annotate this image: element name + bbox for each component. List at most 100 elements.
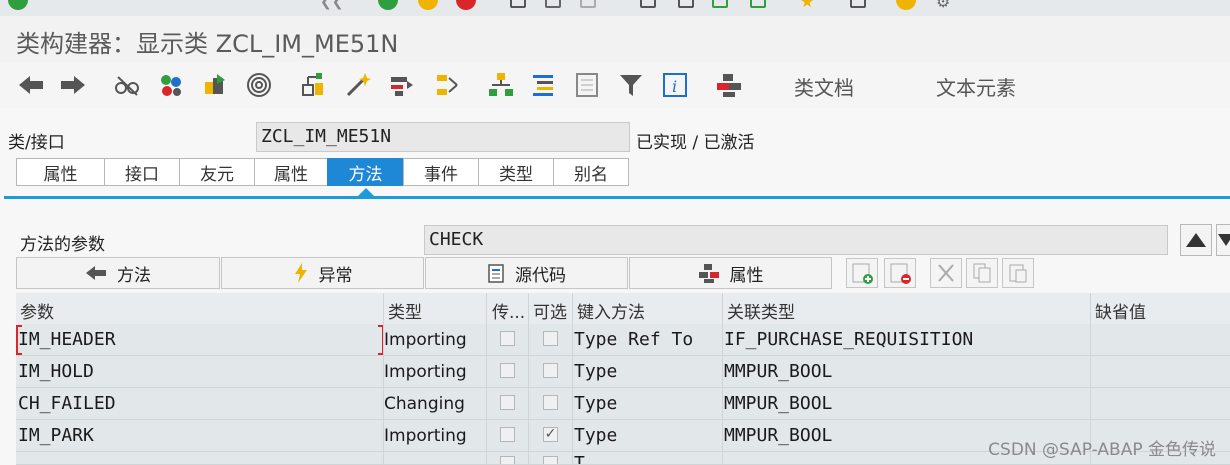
param-type[interactable]: Changing <box>384 388 465 420</box>
header-associated-type[interactable]: 关联类型 <box>727 298 795 323</box>
pass-by-value-checkbox[interactable] <box>500 363 515 378</box>
insert-row-button[interactable] <box>846 258 878 288</box>
method-field[interactable]: CHECK <box>424 225 1168 255</box>
param-name[interactable]: IM_PARK <box>18 420 94 452</box>
attributes-button[interactable]: 属性 <box>629 257 832 289</box>
navigate-icon[interactable] <box>386 70 416 100</box>
source-code-button[interactable]: 源代码 <box>425 257 628 289</box>
document-icon[interactable] <box>572 70 602 100</box>
tab-attributes[interactable]: 属性 <box>16 158 104 186</box>
typing-method[interactable]: T <box>574 452 585 464</box>
scissors-icon <box>938 264 954 282</box>
table-header: 参数 类型 传... 可选 键入方法 关联类型 缺省值 <box>16 293 1230 325</box>
tab-types[interactable]: 类型 <box>478 158 553 186</box>
typing-method[interactable]: Type Ref To <box>574 324 693 356</box>
help-icon[interactable] <box>896 0 916 10</box>
print-icon[interactable] <box>510 0 526 8</box>
back-icon[interactable] <box>378 0 398 10</box>
last-page-icon[interactable] <box>750 0 766 8</box>
class-interface-field[interactable]: ZCL_IM_ME51N <box>256 122 630 152</box>
optional-checkbox[interactable] <box>543 456 558 464</box>
optional-checkbox[interactable] <box>543 363 558 378</box>
colors-icon[interactable] <box>156 70 186 100</box>
associated-type[interactable]: IF_PURCHASE_REQUISITION <box>724 324 973 356</box>
tab-methods[interactable]: 方法 <box>327 158 403 186</box>
header-optional[interactable]: 可选 <box>533 298 567 323</box>
optional-checkbox-checked[interactable]: ✓ <box>543 427 558 442</box>
move-icon[interactable] <box>432 70 462 100</box>
settings-gear-icon[interactable]: ⚙ <box>936 0 950 11</box>
associated-type[interactable]: MMPUR_BOOL <box>724 420 832 452</box>
param-type[interactable]: Importing <box>384 420 467 452</box>
wand-icon[interactable] <box>342 70 372 100</box>
main-area: 类/接口 ZCL_IM_ME51N 已实现 / 已激活 属性 接口 友元 属性 … <box>0 108 1230 465</box>
param-type[interactable]: Importing <box>384 356 467 388</box>
back-arrow-icon[interactable] <box>16 70 46 100</box>
hierarchy-icon[interactable] <box>298 70 328 100</box>
table-row[interactable]: IM_HOLD Importing Type MMPUR_BOOL <box>16 356 1230 388</box>
previous-method-button[interactable] <box>1180 224 1212 256</box>
tab-aliases[interactable]: 别名 <box>553 158 629 186</box>
table-row[interactable]: IM_HEADER Importing Type Ref To IF_PURCH… <box>16 324 1230 356</box>
tab-strip: 属性 接口 友元 属性 方法 事件 类型 别名 <box>16 158 629 188</box>
associated-type[interactable]: MMPUR_BOOL <box>724 388 832 420</box>
info-icon[interactable]: i <box>660 70 690 100</box>
new-session-icon[interactable] <box>850 0 866 8</box>
exceptions-button[interactable]: 异常 <box>221 257 424 289</box>
typing-method[interactable]: Type <box>574 420 617 452</box>
header-default-value[interactable]: 缺省值 <box>1095 298 1146 323</box>
scroll-left-icon[interactable]: ❮❮ <box>320 0 343 10</box>
tab-friends[interactable]: 友元 <box>179 158 254 186</box>
first-page-icon[interactable] <box>640 0 656 8</box>
forward-arrow-icon[interactable] <box>58 70 88 100</box>
structure-icon[interactable] <box>714 70 744 100</box>
spiral-icon[interactable] <box>244 70 274 100</box>
triangle-up-icon <box>1186 233 1206 247</box>
table-row[interactable]: CH_FAILED Changing Type MMPUR_BOOL <box>16 388 1230 420</box>
list-icon[interactable] <box>528 70 558 100</box>
exit-icon[interactable] <box>418 0 438 10</box>
tab-events[interactable]: 事件 <box>403 158 478 186</box>
prev-page-icon[interactable] <box>678 0 694 8</box>
next-method-button[interactable] <box>1216 224 1230 256</box>
transport-icon[interactable] <box>200 70 230 100</box>
typing-method[interactable]: Type <box>574 356 617 388</box>
tree-icon[interactable] <box>486 70 516 100</box>
param-type[interactable]: Importing <box>384 324 467 356</box>
param-name[interactable]: CH_FAILED <box>18 388 116 420</box>
filter-icon[interactable] <box>616 70 646 100</box>
tab-properties[interactable]: 属性 <box>254 158 327 186</box>
methods-button[interactable]: 方法 <box>16 257 220 289</box>
delete-row-button[interactable] <box>884 258 916 288</box>
cut-button[interactable] <box>930 258 962 288</box>
text-elements-button[interactable]: 文本元素 <box>936 72 1016 101</box>
header-type[interactable]: 类型 <box>388 298 422 323</box>
method-params-label: 方法的参数 <box>20 235 105 255</box>
glasses-icon[interactable] <box>112 70 142 100</box>
cancel-icon[interactable] <box>456 0 476 10</box>
pass-by-value-checkbox[interactable] <box>500 331 515 346</box>
paste-button[interactable] <box>1002 258 1034 288</box>
star-icon[interactable]: ★ <box>800 0 814 11</box>
paste-icon <box>1009 264 1027 283</box>
next-page-icon[interactable] <box>712 0 728 8</box>
associated-type[interactable]: MMPUR_BOOL <box>724 356 832 388</box>
typing-method[interactable]: Type <box>574 388 617 420</box>
param-name[interactable]: IM_HEADER <box>18 324 116 356</box>
enter-icon[interactable] <box>8 0 28 10</box>
pass-by-value-checkbox[interactable] <box>500 456 515 464</box>
header-typing[interactable]: 键入方法 <box>577 298 645 323</box>
param-name[interactable]: IM_HOLD <box>18 356 94 388</box>
find-next-icon[interactable] <box>580 0 596 8</box>
header-pass-value[interactable]: 传... <box>492 298 525 323</box>
pass-by-value-checkbox[interactable] <box>500 427 515 442</box>
pass-by-value-checkbox[interactable] <box>500 395 515 410</box>
optional-checkbox[interactable] <box>543 395 558 410</box>
find-icon[interactable] <box>545 0 561 8</box>
source-code-icon <box>488 264 504 283</box>
header-parameter[interactable]: 参数 <box>20 298 54 323</box>
optional-checkbox[interactable] <box>543 331 558 346</box>
tab-interfaces[interactable]: 接口 <box>104 158 179 186</box>
class-documentation-button[interactable]: 类文档 <box>794 72 854 101</box>
copy-button[interactable] <box>966 258 998 288</box>
